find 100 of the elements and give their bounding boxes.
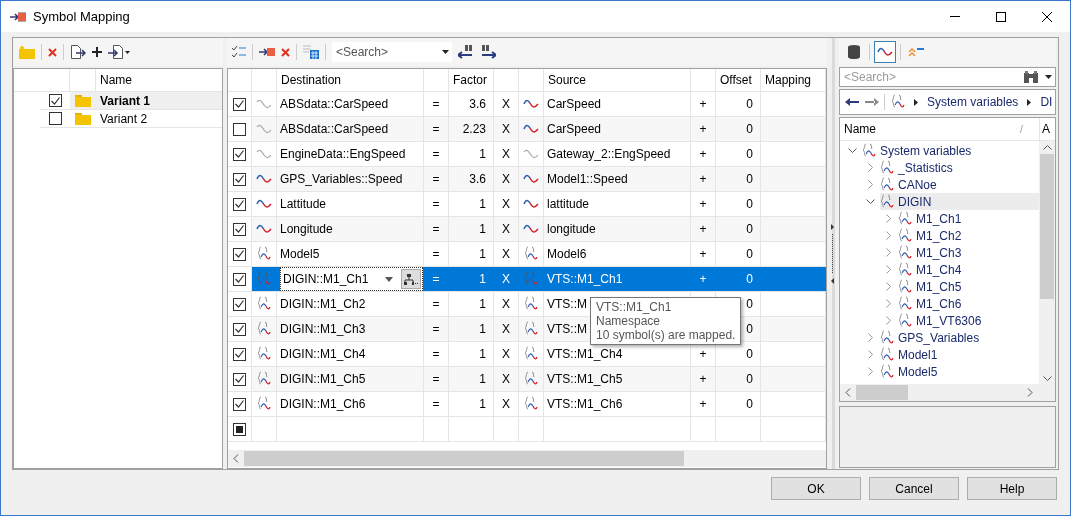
tree-item[interactable]: M1_Ch6 (898, 295, 1039, 312)
back-arrow-icon[interactable] (845, 98, 859, 106)
mapping-row[interactable]: EngineData::EngSpeed = 1 X Gateway_2::EngSpeed + 0 (252, 142, 826, 166)
scroll-up-icon[interactable] (1042, 145, 1052, 150)
checkbox[interactable] (233, 222, 246, 236)
checkbox[interactable] (233, 122, 246, 136)
checkbox[interactable] (233, 397, 246, 411)
column-header[interactable]: Source (544, 69, 691, 91)
destination-cell-text: DIGIN::M1_Ch3 (280, 321, 366, 338)
mapping-row[interactable]: DIGIN::M1_Ch6 = 1 X VTS::M1_Ch6 + 0 (252, 392, 826, 416)
mapping-row[interactable]: Model5 = 1 X Model6 + 0 (252, 242, 826, 266)
mapping-row[interactable]: Lattitude = 1 X lattitude + 0 (252, 192, 826, 216)
checkbox[interactable] (48, 94, 62, 107)
mapping-row[interactable]: DIGIN::M1_Ch1 = 1 X VTS::M1_Ch1 + 0 (252, 267, 826, 291)
scrollbar-thumb[interactable] (244, 451, 684, 466)
expand-chevron-icon[interactable] (885, 316, 891, 325)
column-header[interactable]: Destination (277, 69, 424, 91)
checkbox[interactable] (233, 247, 246, 261)
variant-row[interactable]: Variant 1 (70, 92, 222, 110)
tree-item[interactable]: M1_Ch5 (898, 278, 1039, 295)
expand-chevron-icon[interactable] (867, 333, 873, 342)
mapping-icon[interactable] (259, 47, 275, 57)
tree-item[interactable]: Model5 (880, 363, 1039, 380)
breadcrumb-item[interactable]: DI (1040, 93, 1053, 111)
checklist-icon[interactable] (231, 45, 246, 59)
expand-chevron-icon[interactable] (867, 180, 873, 189)
expand-chevron-icon[interactable] (867, 350, 873, 359)
checkbox[interactable] (233, 347, 246, 361)
mapping-row[interactable]: ABSdata::CarSpeed = 3.6 X CarSpeed + 0 (252, 92, 826, 116)
expand-chevron-icon[interactable] (885, 214, 891, 223)
tree-item[interactable]: M1_Ch3 (898, 244, 1039, 261)
search-field[interactable]: <Search> (839, 67, 1056, 87)
tree-item[interactable]: CANoe (880, 176, 1039, 193)
find-previous-icon[interactable] (458, 45, 474, 59)
expand-chevron-icon[interactable] (867, 367, 873, 376)
dropdown-caret-icon[interactable] (442, 50, 449, 54)
expand-chevron-icon[interactable] (885, 282, 891, 291)
checkbox[interactable] (233, 297, 246, 311)
expand-chevron-icon[interactable] (885, 231, 891, 240)
expand-chevron-icon[interactable] (885, 299, 891, 308)
column-header[interactable]: Name (96, 69, 222, 91)
tree-item[interactable]: Model1 (880, 346, 1039, 363)
breadcrumb-item[interactable]: System variables (927, 93, 1019, 111)
import-icon[interactable] (108, 45, 130, 59)
dialog-button[interactable]: OK (771, 477, 861, 500)
delete-icon[interactable] (48, 47, 57, 57)
checkbox[interactable] (233, 322, 246, 336)
factor-cell-text: 2.23 (462, 121, 486, 138)
tree-item[interactable]: M1_Ch1 (898, 210, 1039, 227)
column-header[interactable]: Factor (449, 69, 494, 91)
mapping-row[interactable]: Longitude = 1 X longitude + 0 (252, 217, 826, 241)
expand-chevron-icon[interactable] (867, 163, 873, 172)
factor-cell-text: 1 (479, 271, 486, 288)
checkbox[interactable] (233, 372, 246, 386)
column-header[interactable]: Name (840, 118, 1020, 140)
breadcrumb-arrow-icon[interactable] (914, 98, 918, 106)
tree-item[interactable]: GPS_Variables (880, 329, 1039, 346)
scroll-down-icon[interactable] (1042, 376, 1052, 381)
expand-chevron-icon[interactable] (885, 248, 891, 257)
scrollbar-thumb[interactable] (856, 385, 908, 400)
find-next-icon[interactable] (480, 45, 496, 59)
checkbox[interactable] (233, 147, 246, 161)
dropdown-caret-icon[interactable] (1045, 75, 1052, 79)
splitter-handle-icon[interactable] (831, 223, 835, 284)
column-header[interactable]: Mapping (761, 69, 826, 91)
mapping-row[interactable]: DIGIN::M1_Ch5 = 1 X VTS::M1_Ch5 + 0 (252, 367, 826, 391)
binoculars-icon[interactable] (1024, 71, 1038, 83)
breadcrumb-arrow-icon[interactable] (1027, 98, 1032, 106)
column-header[interactable]: A (1040, 118, 1050, 140)
column-header[interactable]: Offset (716, 69, 761, 91)
checkbox[interactable] (233, 272, 246, 286)
forward-arrow-icon[interactable] (865, 98, 879, 106)
tree-item[interactable]: System variables (862, 142, 1039, 159)
export-icon[interactable] (70, 45, 86, 59)
checkbox[interactable] (233, 172, 246, 186)
tree-item[interactable]: _Statistics (880, 159, 1039, 176)
calculator-icon[interactable] (303, 45, 319, 59)
search-field[interactable]: <Search> (332, 42, 452, 62)
plus-sign: + (699, 371, 707, 388)
collapse-chevron-icon[interactable] (847, 148, 857, 153)
tree-item[interactable]: M1_Ch2 (898, 227, 1039, 244)
delete-icon[interactable] (281, 47, 290, 57)
tree-item[interactable]: M1_Ch4 (898, 261, 1039, 278)
checkbox[interactable] (233, 97, 246, 111)
variant-row[interactable]: Variant 2 (70, 110, 222, 128)
expand-chevron-icon[interactable] (885, 265, 891, 274)
tree-item[interactable]: M1_VT6306 (898, 312, 1039, 329)
plus-icon[interactable] (92, 47, 102, 57)
browse-button[interactable] (401, 269, 421, 289)
signal-view-button[interactable] (874, 41, 896, 63)
checkbox[interactable] (233, 197, 246, 211)
checkbox[interactable] (48, 112, 62, 125)
mapping-row[interactable]: GPS_Variables::Speed = 3.6 X Model1::Speed + 0 (252, 167, 826, 191)
mapping-row[interactable]: ABSdata::CarSpeed = 2.23 X CarSpeed + 0 (252, 117, 826, 141)
collapse-chevron-icon[interactable] (865, 199, 875, 204)
dialog-button[interactable]: Help (967, 477, 1057, 500)
tree-item[interactable]: DIGIN (880, 193, 1039, 210)
combo-field[interactable]: DIGIN::M1_Ch1 (280, 267, 423, 291)
scrollbar-thumb[interactable] (1040, 154, 1054, 299)
dialog-button[interactable]: Cancel (869, 477, 959, 500)
